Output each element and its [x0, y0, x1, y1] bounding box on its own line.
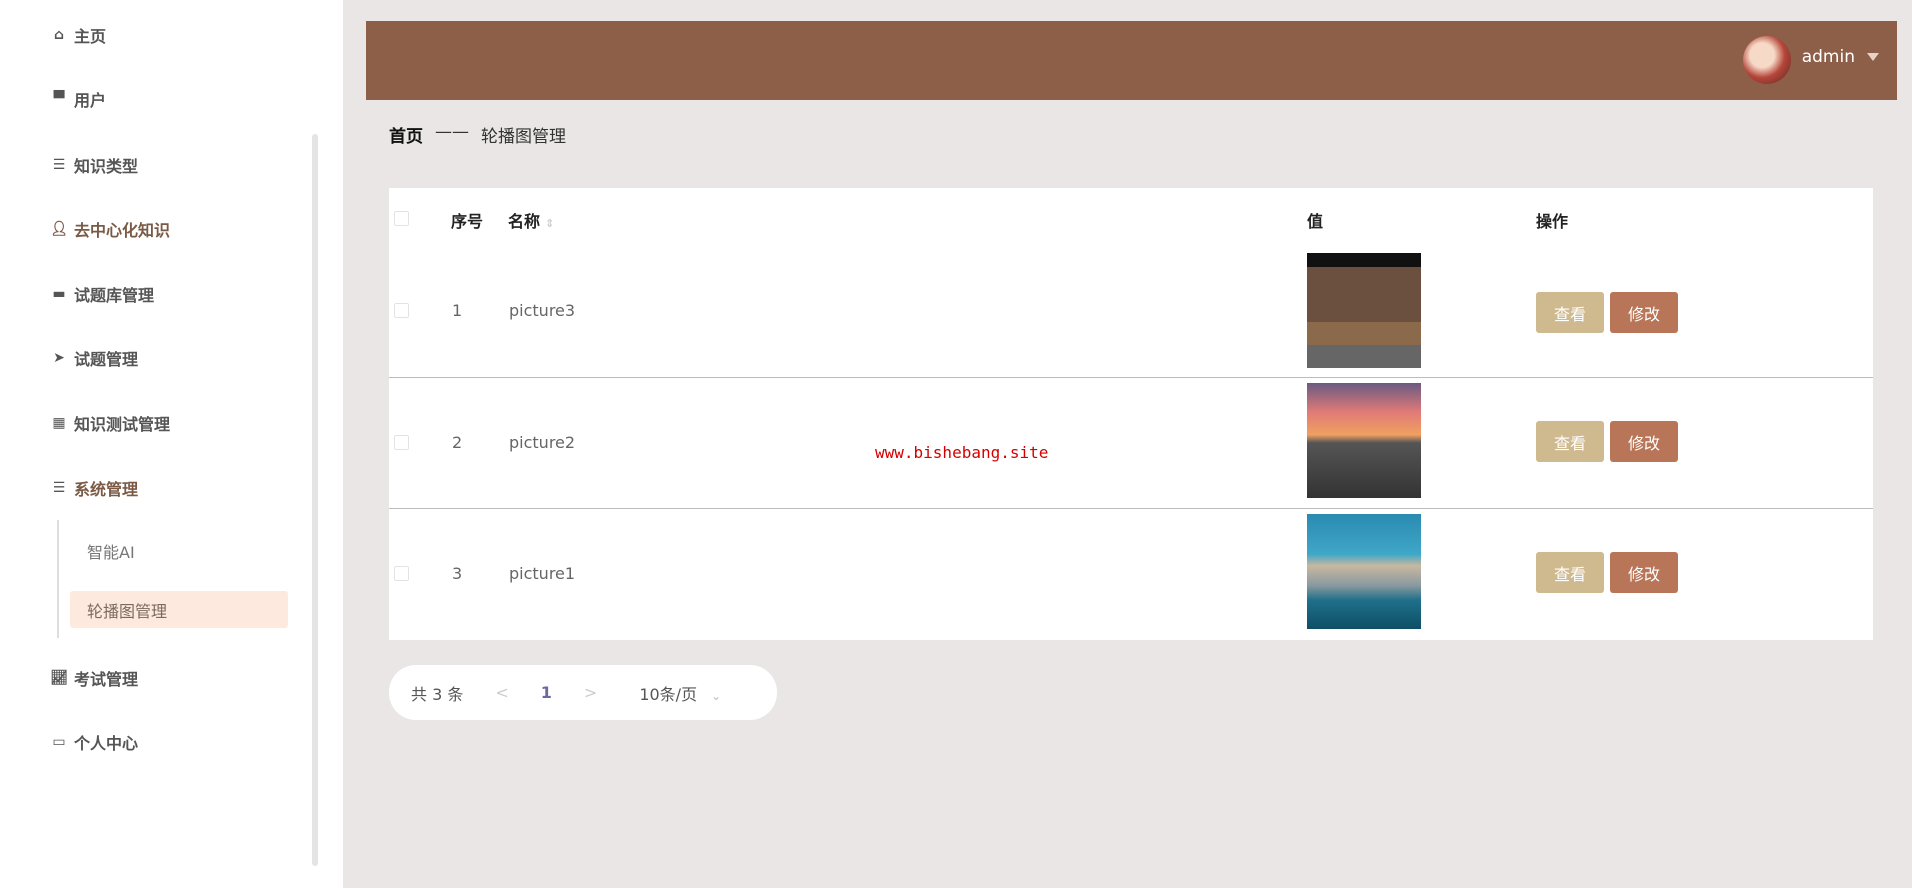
- col-index: 序号: [451, 212, 484, 231]
- row-name: picture2: [509, 433, 576, 452]
- view-button[interactable]: 查看: [1536, 552, 1604, 593]
- row-image[interactable]: [1307, 383, 1421, 498]
- col-name[interactable]: 名称 ⇕: [508, 208, 554, 232]
- watermark: www.bishebang.site: [875, 443, 1049, 462]
- wallet-icon: ▭: [52, 734, 66, 750]
- sidebar-item-question-bank[interactable]: ▬ 试题库管理: [50, 282, 154, 306]
- sort-icon[interactable]: ⇕: [545, 217, 554, 230]
- col-actions: 操作: [1536, 212, 1569, 231]
- user-card-icon: ▀: [53, 91, 65, 107]
- row-index: 2: [452, 433, 463, 452]
- submenu-line: [57, 520, 59, 638]
- username[interactable]: admin: [1802, 47, 1855, 67]
- sidebar-item-system[interactable]: ☰ 系统管理: [50, 476, 138, 500]
- person-icon: 👤︎: [50, 221, 68, 237]
- breadcrumb-current: 轮播图管理: [481, 127, 566, 147]
- avatar[interactable]: [1743, 36, 1791, 84]
- row-checkbox[interactable]: [394, 566, 409, 581]
- sidebar-item-knowledge-type[interactable]: ☰ 知识类型: [50, 153, 138, 177]
- view-button[interactable]: 查看: [1536, 421, 1604, 462]
- edit-button[interactable]: 修改: [1610, 421, 1678, 462]
- breadcrumb-separator: ——: [435, 122, 469, 142]
- edit-button[interactable]: 修改: [1610, 552, 1678, 593]
- submenu-item-ai[interactable]: 智能AI: [70, 532, 288, 569]
- carousel-table: 序号 名称 ⇕ 值 操作 1 picture3 查看 修改 2 picture2 …: [389, 188, 1873, 640]
- sidebar: ⌂ 主页 ▀ 用户 ☰ 知识类型 👤︎ 去中心化知识 ▬ 试题库管理 ➤ 试题管理 ▦ 知识测…: [0, 0, 343, 888]
- row-image[interactable]: [1307, 514, 1421, 629]
- next-page-button[interactable]: >: [584, 683, 597, 702]
- pagination: 共 3 条 < 1 > 10条/页 ⌄: [389, 665, 777, 720]
- row-name: picture1: [509, 564, 576, 583]
- sidebar-item-knowledge-test[interactable]: ▦ 知识测试管理: [50, 411, 170, 435]
- row-index: 1: [452, 301, 463, 320]
- row-image[interactable]: [1307, 253, 1421, 368]
- list-icon: ☰: [52, 157, 66, 173]
- top-header: admin: [366, 21, 1897, 100]
- sidebar-item-questions[interactable]: ➤ 试题管理: [50, 346, 138, 370]
- select-all-checkbox[interactable]: [394, 211, 409, 226]
- col-value: 值: [1307, 212, 1324, 231]
- chart-icon: 📈︎: [50, 670, 68, 686]
- prev-page-button[interactable]: <: [495, 683, 508, 702]
- sidebar-item-home[interactable]: ⌂ 主页: [50, 23, 106, 47]
- grid-icon: ▦: [52, 415, 66, 431]
- row-name: picture3: [509, 301, 576, 320]
- view-button[interactable]: 查看: [1536, 292, 1604, 333]
- sidebar-item-profile[interactable]: ▭ 个人中心: [50, 730, 138, 754]
- page-size-select[interactable]: 10条/页 ⌄: [639, 681, 721, 705]
- table-row: 1 picture3 查看 修改: [389, 246, 1873, 378]
- row-index: 3: [452, 564, 463, 583]
- pagination-total: 共 3 条: [411, 684, 464, 704]
- caret-down-icon[interactable]: [1867, 53, 1879, 61]
- monitor-icon: ▬: [52, 286, 66, 302]
- menu-icon: ☰: [52, 480, 66, 496]
- table-row: 2 picture2 查看 修改: [389, 377, 1873, 509]
- sidebar-item-decentralized-knowledge[interactable]: 👤︎ 去中心化知识: [50, 217, 170, 241]
- breadcrumb: 首页 —— 轮播图管理: [389, 122, 566, 147]
- send-icon: ➤: [53, 350, 65, 366]
- page-1-button[interactable]: 1: [541, 683, 552, 702]
- edit-button[interactable]: 修改: [1610, 292, 1678, 333]
- row-checkbox[interactable]: [394, 303, 409, 318]
- row-checkbox[interactable]: [394, 435, 409, 450]
- breadcrumb-home[interactable]: 首页: [389, 122, 423, 147]
- submenu-item-carousel[interactable]: 轮播图管理: [70, 591, 288, 628]
- sidebar-item-exams[interactable]: 📈︎ 考试管理: [50, 666, 138, 690]
- table-row: 3 picture1 查看 修改: [389, 508, 1873, 640]
- chevron-down-icon: ⌄: [711, 688, 722, 703]
- sidebar-item-users[interactable]: ▀ 用户: [50, 87, 106, 111]
- sidebar-scrollbar[interactable]: [312, 134, 318, 866]
- home-icon: ⌂: [53, 27, 65, 43]
